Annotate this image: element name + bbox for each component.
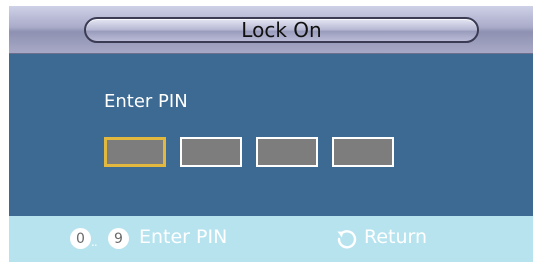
range-separator: .. <box>91 235 98 249</box>
digit-zero-key-icon: 0 <box>70 228 91 249</box>
enter-pin-hint: Enter PIN <box>139 226 228 248</box>
pin-digit-2[interactable] <box>180 137 242 167</box>
pin-digit-4[interactable] <box>332 137 394 167</box>
pin-panel: Enter PIN <box>9 54 533 216</box>
pin-prompt-label: Enter PIN <box>104 91 188 112</box>
dialog-title: Lock On <box>241 18 322 42</box>
footer-hint-bar: 0 .. 9 Enter PIN Return <box>9 216 533 262</box>
pin-digit-3[interactable] <box>256 137 318 167</box>
digit-nine-key-icon: 9 <box>108 228 129 249</box>
pin-digit-1[interactable] <box>104 137 166 167</box>
lock-on-dialog: Lock On Enter PIN 0 .. 9 Enter PIN Retur… <box>9 6 533 262</box>
return-button-label[interactable]: Return <box>364 226 427 248</box>
return-arrow-icon[interactable] <box>335 227 359 251</box>
title-bar: Lock On <box>9 6 533 54</box>
title-pill: Lock On <box>84 17 479 43</box>
